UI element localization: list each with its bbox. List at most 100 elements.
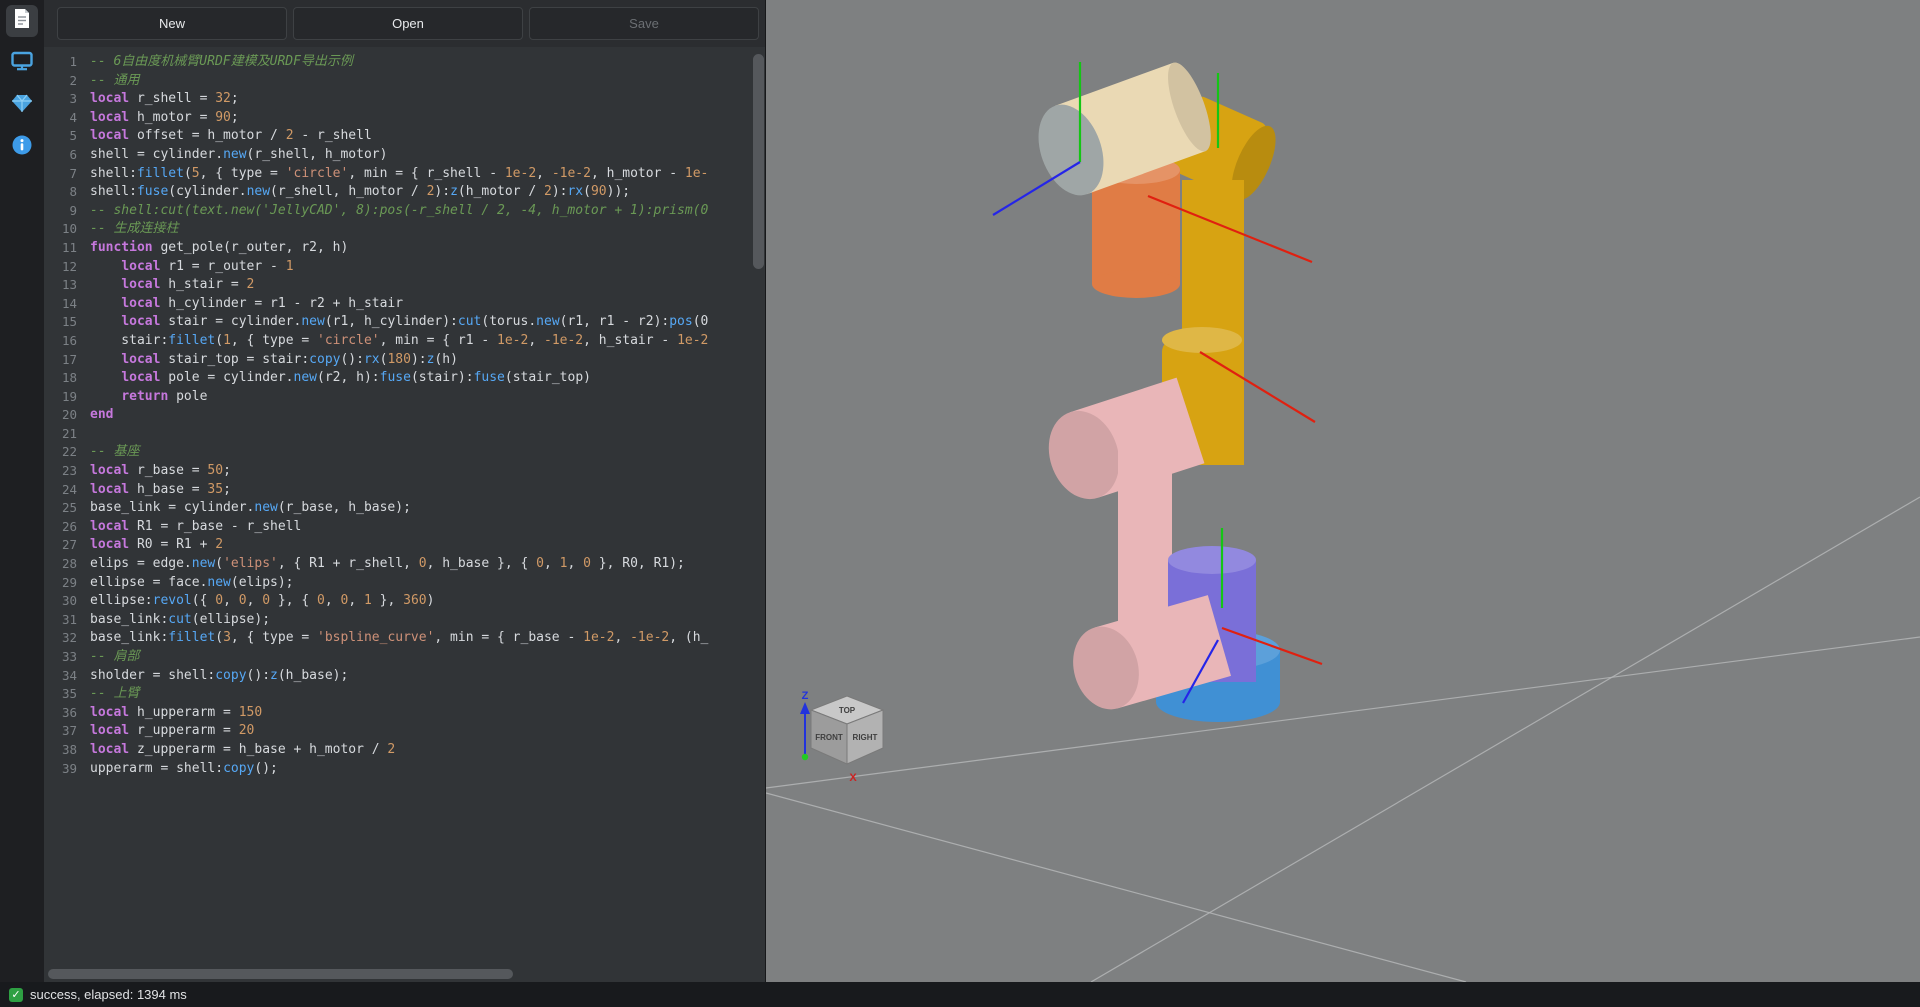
cube-front-label: FRONT xyxy=(815,733,843,742)
code-line[interactable]: 4local h_motor = 90; xyxy=(44,109,765,128)
code-line[interactable]: 3local r_shell = 32; xyxy=(44,90,765,109)
code-line[interactable]: 23local r_base = 50; xyxy=(44,462,765,481)
code-line-text: -- 6自由度机械臂URDF建模及URDF导出示例 xyxy=(90,53,353,72)
code-line[interactable]: 11function get_pole(r_outer, r2, h) xyxy=(44,239,765,258)
horizontal-scrollbar[interactable] xyxy=(46,969,749,979)
code-line[interactable]: 20end xyxy=(44,406,765,425)
code-line[interactable]: 5local offset = h_motor / 2 - r_shell xyxy=(44,127,765,146)
material-library-button[interactable] xyxy=(6,89,38,121)
code-line[interactable]: 32base_link:fillet(3, { type = 'bspline_… xyxy=(44,629,765,648)
code-editor[interactable]: 1-- 6自由度机械臂URDF建模及URDF导出示例2-- 通用3local r… xyxy=(44,47,765,982)
code-line[interactable]: 29ellipse = face.new(elips); xyxy=(44,574,765,593)
code-line[interactable]: 34sholder = shell:copy():z(h_base); xyxy=(44,667,765,686)
line-number: 23 xyxy=(44,462,90,481)
line-number: 13 xyxy=(44,276,90,295)
code-line-text: -- 生成连接柱 xyxy=(90,220,178,239)
3d-viewport[interactable]: TOP FRONT RIGHT Z X xyxy=(766,0,1920,982)
code-line[interactable]: 21 xyxy=(44,425,765,444)
open-button[interactable]: Open xyxy=(293,7,523,40)
code-line[interactable]: 33-- 肩部 xyxy=(44,648,765,667)
about-button[interactable] xyxy=(6,131,38,163)
code-line[interactable]: 6shell = cylinder.new(r_shell, h_motor) xyxy=(44,146,765,165)
code-line[interactable]: 16 stair:fillet(1, { type = 'circle', mi… xyxy=(44,332,765,351)
viewport-settings-button[interactable] xyxy=(6,47,38,79)
line-number: 27 xyxy=(44,536,90,555)
code-line[interactable]: 22-- 基座 xyxy=(44,443,765,462)
code-line-text: sholder = shell:copy():z(h_base); xyxy=(90,667,348,686)
cube-top-label: TOP xyxy=(839,706,856,715)
status-bar: success, elapsed: 1394 ms xyxy=(0,982,1920,1007)
code-line[interactable]: 17 local stair_top = stair:copy():rx(180… xyxy=(44,351,765,370)
code-line[interactable]: 12 local r1 = r_outer - 1 xyxy=(44,258,765,277)
z-axis-arrow xyxy=(800,702,810,714)
origin-dot xyxy=(802,754,808,760)
line-number: 18 xyxy=(44,369,90,388)
vertical-scrollbar-thumb[interactable] xyxy=(753,54,764,269)
code-line[interactable]: 26local R1 = r_base - r_shell xyxy=(44,518,765,537)
line-number: 1 xyxy=(44,53,90,72)
line-number: 30 xyxy=(44,592,90,611)
3d-canvas[interactable] xyxy=(766,0,1920,982)
code-line[interactable]: 1-- 6自由度机械臂URDF建模及URDF导出示例 xyxy=(44,53,765,72)
code-line[interactable]: 9-- shell:cut(text.new('JellyCAD', 8):po… xyxy=(44,202,765,221)
new-button[interactable]: New xyxy=(57,7,287,40)
navigation-cube[interactable]: TOP FRONT RIGHT Z X xyxy=(791,688,901,788)
ground-grid xyxy=(766,497,1920,982)
script-document-button[interactable] xyxy=(6,5,38,37)
main-window: New Open Save 1-- 6自由度机械臂URDF建模及URDF导出示例… xyxy=(0,0,1920,982)
code-line[interactable]: 10-- 生成连接柱 xyxy=(44,220,765,239)
code-line-text: local h_cylinder = r1 - r2 + h_stair xyxy=(90,295,403,314)
code-line[interactable]: 18 local pole = cylinder.new(r2, h):fuse… xyxy=(44,369,765,388)
code-line[interactable]: 24local h_base = 35; xyxy=(44,481,765,500)
code-line-text: base_link:cut(ellipse); xyxy=(90,611,270,630)
line-number: 24 xyxy=(44,481,90,500)
line-number: 19 xyxy=(44,388,90,407)
code-line[interactable]: 14 local h_cylinder = r1 - r2 + h_stair xyxy=(44,295,765,314)
code-line[interactable]: 2-- 通用 xyxy=(44,72,765,91)
code-line[interactable]: 13 local h_stair = 2 xyxy=(44,276,765,295)
save-button[interactable]: Save xyxy=(529,7,759,40)
code-line-text: base_link:fillet(3, { type = 'bspline_cu… xyxy=(90,629,708,648)
line-number: 32 xyxy=(44,629,90,648)
code-line[interactable]: 38local z_upperarm = h_base + h_motor / … xyxy=(44,741,765,760)
horizontal-scrollbar-thumb[interactable] xyxy=(48,969,513,979)
code-line-text: local stair_top = stair:copy():rx(180):z… xyxy=(90,351,458,370)
code-line-text: -- 基座 xyxy=(90,443,139,462)
line-number: 39 xyxy=(44,760,90,779)
code-line[interactable]: 35-- 上臂 xyxy=(44,685,765,704)
code-line-text: stair:fillet(1, { type = 'circle', min =… xyxy=(90,332,708,351)
cube-right-label: RIGHT xyxy=(853,733,878,742)
code-line[interactable]: 28elips = edge.new('elips', { R1 + r_she… xyxy=(44,555,765,574)
code-line[interactable]: 19 return pole xyxy=(44,388,765,407)
code-line-text: elips = edge.new('elips', { R1 + r_shell… xyxy=(90,555,685,574)
line-number: 11 xyxy=(44,239,90,258)
code-line-text: local h_motor = 90; xyxy=(90,109,239,128)
code-line[interactable]: 8shell:fuse(cylinder.new(r_shell, h_moto… xyxy=(44,183,765,202)
code-line[interactable]: 25base_link = cylinder.new(r_base, h_bas… xyxy=(44,499,765,518)
code-line-text: local offset = h_motor / 2 - r_shell xyxy=(90,127,372,146)
code-line-text: local r_upperarm = 20 xyxy=(90,722,254,741)
code-line-text: -- 上臂 xyxy=(90,685,139,704)
code-line[interactable]: 31base_link:cut(ellipse); xyxy=(44,611,765,630)
code-line[interactable]: 39upperarm = shell:copy(); xyxy=(44,760,765,779)
vertical-scrollbar[interactable] xyxy=(752,49,764,966)
code-line[interactable]: 30ellipse:revol({ 0, 0, 0 }, { 0, 0, 1 }… xyxy=(44,592,765,611)
line-number: 17 xyxy=(44,351,90,370)
code-line[interactable]: 37local r_upperarm = 20 xyxy=(44,722,765,741)
code-line[interactable]: 15 local stair = cylinder.new(r1, h_cyli… xyxy=(44,313,765,332)
code-line[interactable]: 7shell:fillet(5, { type = 'circle', min … xyxy=(44,165,765,184)
line-number: 31 xyxy=(44,611,90,630)
code-line-text: end xyxy=(90,406,113,425)
line-number: 33 xyxy=(44,648,90,667)
line-number: 20 xyxy=(44,406,90,425)
line-number: 9 xyxy=(44,202,90,221)
code-line[interactable]: 27local R0 = R1 + 2 xyxy=(44,536,765,555)
line-number: 34 xyxy=(44,667,90,686)
nav-cube-body[interactable]: TOP FRONT RIGHT xyxy=(811,696,883,764)
code-line-text: local z_upperarm = h_base + h_motor / 2 xyxy=(90,741,395,760)
line-number: 25 xyxy=(44,499,90,518)
code-line-text: local R1 = r_base - r_shell xyxy=(90,518,301,537)
code-line[interactable]: 36local h_upperarm = 150 xyxy=(44,704,765,723)
code-lines: 1-- 6自由度机械臂URDF建模及URDF导出示例2-- 通用3local r… xyxy=(44,47,765,778)
z-axis-label: Z xyxy=(802,690,809,702)
